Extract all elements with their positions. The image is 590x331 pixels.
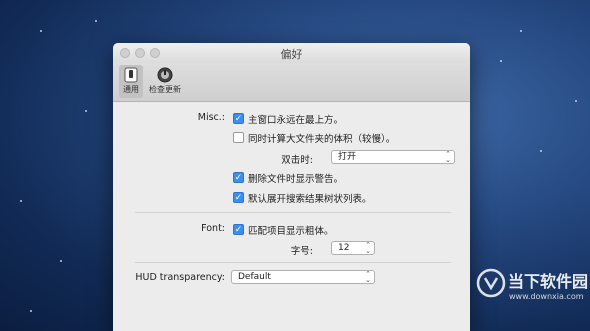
watermark-url: www.downxia.com: [509, 292, 584, 301]
tab-general-label: 通用: [123, 85, 139, 94]
switch-icon: [124, 67, 138, 83]
always-on-top-label: 主窗口永远在最上方。: [248, 115, 344, 126]
stepper-arrows-icon: ⌃ ⌄: [365, 270, 371, 284]
section-divider: [135, 262, 451, 263]
font-size-select[interactable]: 12 ⌃ ⌄: [331, 241, 375, 255]
bold-match-label: 匹配项目显示粗体。: [248, 226, 334, 237]
double-click-label: 双击时:: [281, 155, 313, 166]
misc-label: Misc.:: [197, 112, 225, 123]
tab-general[interactable]: 通用: [119, 65, 143, 98]
toolbar: 通用 检查更新: [113, 63, 470, 102]
font-size-label: 字号:: [290, 246, 313, 257]
hud-transparency-label: HUD transparency:: [135, 272, 225, 283]
calc-folder-size-checkbox[interactable]: [233, 132, 244, 143]
tab-check-updates[interactable]: 检查更新: [146, 65, 184, 98]
double-click-value: 打开: [338, 152, 357, 162]
expand-results-label: 默认展开搜索结果树状列表。: [248, 194, 372, 205]
expand-results-checkbox[interactable]: ✓: [233, 192, 244, 203]
bold-match-checkbox[interactable]: ✓: [233, 224, 244, 235]
calc-folder-size-label: 同时计算大文件夹的体积（较慢）。: [248, 134, 396, 145]
tab-check-updates-label: 检查更新: [149, 85, 181, 94]
delete-warning-label: 删除文件时显示警告。: [248, 174, 344, 185]
hud-transparency-value: Default: [238, 272, 271, 282]
downxia-logo-icon: [476, 268, 506, 298]
title-bar[interactable]: 偏好: [113, 43, 470, 63]
window-title: 偏好: [280, 48, 303, 61]
font-size-value: 12: [338, 243, 350, 253]
double-click-select[interactable]: 打开 ⌃ ⌄: [331, 150, 455, 164]
preferences-window: 偏好 通用 检查更新 Misc.: ✓ 主窗口永远在最上方。 同时计算大文件夹的…: [113, 43, 470, 331]
stepper-arrows-icon: ⌃ ⌄: [445, 150, 451, 164]
watermark-name: 当下软件园: [508, 272, 589, 291]
section-divider: [135, 212, 451, 213]
hud-transparency-select[interactable]: Default ⌃ ⌄: [231, 270, 375, 284]
stepper-arrows-icon: ⌃ ⌄: [365, 241, 371, 255]
update-icon: [157, 67, 173, 83]
font-label: Font:: [201, 223, 225, 234]
delete-warning-checkbox[interactable]: ✓: [233, 172, 244, 183]
always-on-top-checkbox[interactable]: ✓: [233, 113, 244, 124]
